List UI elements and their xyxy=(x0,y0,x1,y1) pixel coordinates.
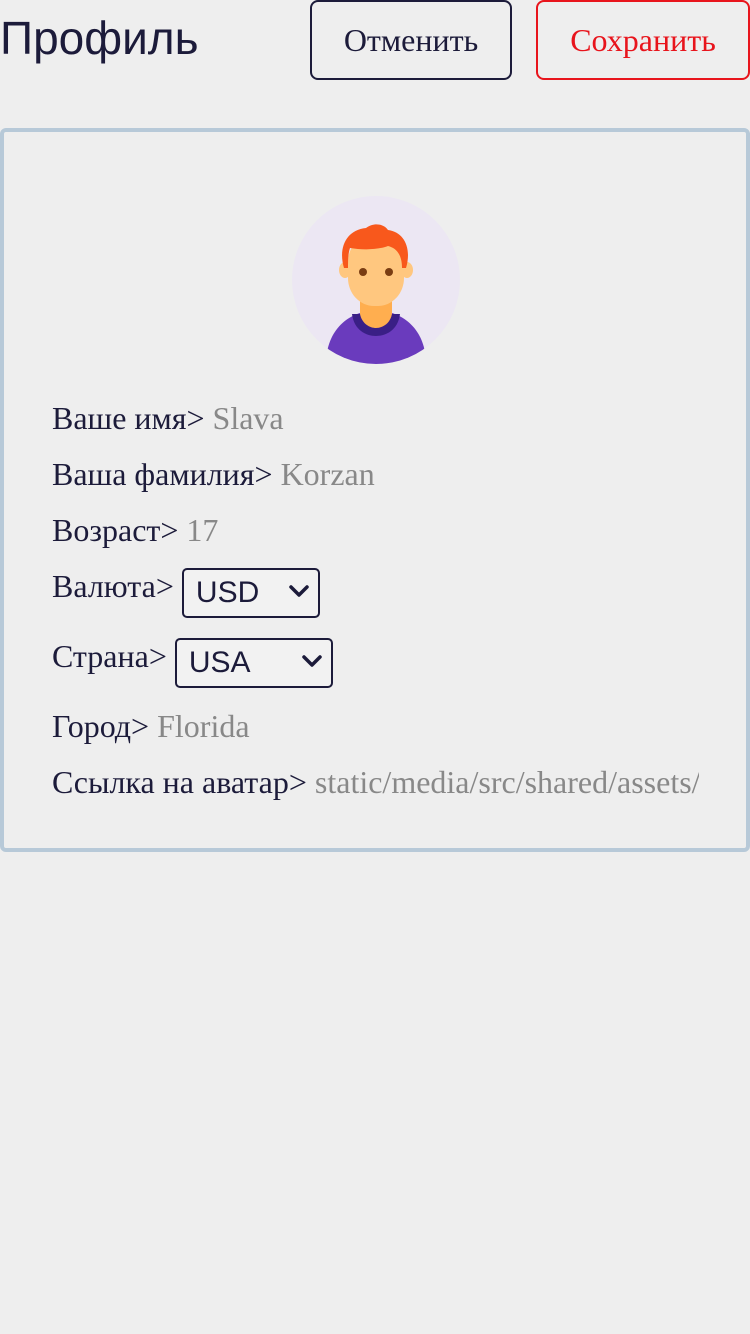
chevron-down-icon xyxy=(302,655,322,667)
avatar-link-label: Ссылка на аватар> xyxy=(52,764,307,800)
country-selected-value: USA xyxy=(188,646,251,679)
currency-row: Валюта> USD xyxy=(52,566,320,618)
avatar-illustration xyxy=(326,224,426,364)
age-field[interactable]: 17 xyxy=(186,510,218,550)
currency-selected-value: USD xyxy=(195,576,260,609)
cancel-button[interactable]: Отменить xyxy=(310,0,512,80)
avatar-link-field[interactable]: static/media/src/shared/assets/ xyxy=(315,762,699,802)
country-label: Страна> xyxy=(52,638,167,674)
last-name-row: Ваша фамилия> Korzan xyxy=(52,454,375,494)
country-select[interactable]: USA xyxy=(174,638,333,688)
city-label: Город> xyxy=(52,708,150,744)
user-avatar-icon xyxy=(292,196,460,364)
age-label: Возраст> xyxy=(52,512,179,548)
currency-label: Валюта> xyxy=(52,568,174,604)
save-button[interactable]: Сохранить xyxy=(536,0,750,80)
country-row: Страна> USA xyxy=(52,636,333,688)
last-name-field[interactable]: Korzan xyxy=(281,454,375,494)
city-field[interactable]: Florida xyxy=(157,706,249,746)
first-name-field[interactable]: Slava xyxy=(213,398,284,438)
age-row: Возраст> 17 xyxy=(52,510,218,550)
last-name-label: Ваша фамилия> xyxy=(52,456,273,492)
page-title: Профиль xyxy=(0,12,199,64)
currency-select[interactable]: USD xyxy=(181,568,320,618)
chevron-down-icon xyxy=(289,585,309,597)
profile-header: Профиль Отменить Сохранить xyxy=(0,0,750,80)
avatar-link-row: Ссылка на аватар> static/media/src/share… xyxy=(52,762,699,802)
first-name-label: Ваше имя> xyxy=(52,400,205,436)
profile-card: Ваше имя> Slava Ваша фамилия> Korzan Воз… xyxy=(0,128,750,852)
first-name-row: Ваше имя> Slava xyxy=(52,398,284,438)
city-row: Город> Florida xyxy=(52,706,250,746)
